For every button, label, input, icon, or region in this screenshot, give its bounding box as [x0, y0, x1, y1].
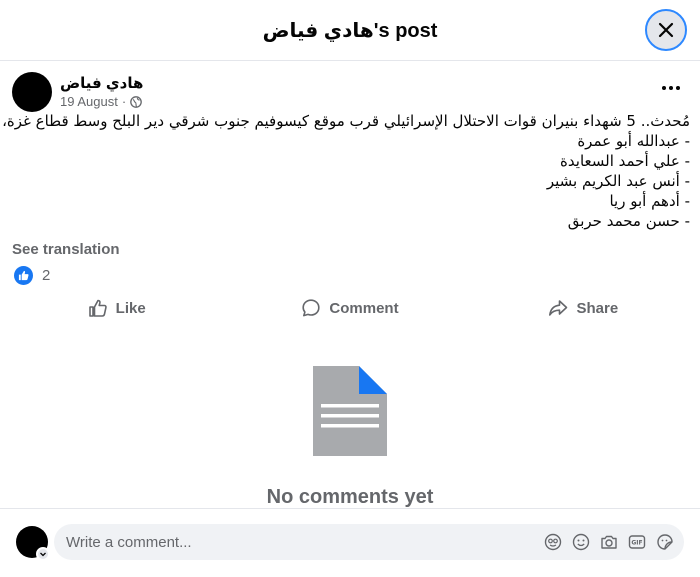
post-line: - علي أحمد السعايدة — [560, 152, 690, 170]
reaction-count: 2 — [42, 267, 51, 284]
comment-input[interactable] — [54, 533, 544, 551]
no-comments-state: No comments yet — [0, 366, 700, 509]
post-meta: 19 August · — [60, 94, 143, 110]
chevron-down-icon[interactable] — [36, 547, 50, 561]
avatar-sticker-icon[interactable] — [544, 533, 562, 551]
post-header: هادي فياض 19 August · — [12, 72, 143, 112]
post-line: - عبدالله أبو عمرة — [577, 132, 690, 150]
share-label: Share — [576, 299, 619, 317]
like-reaction-icon — [14, 266, 33, 285]
post-date[interactable]: 19 August — [60, 94, 118, 110]
no-comments-text: No comments yet — [266, 486, 434, 508]
comment-button[interactable]: Comment — [233, 290, 466, 326]
post-line: - أنس عبد الكريم بشير — [546, 172, 690, 190]
dialog-title: هادي فياض's post — [262, 19, 438, 42]
gif-icon[interactable]: GIF — [628, 533, 646, 551]
globe-icon — [130, 96, 143, 108]
close-button[interactable] — [645, 9, 687, 51]
dialog-header: هادي فياض's post — [0, 0, 700, 61]
like-label: Like — [115, 299, 146, 317]
author-avatar[interactable] — [12, 72, 52, 112]
post-actions: Like Comment Share — [0, 290, 700, 326]
post-text: مُحدث.. 5 شهداء بنيران قوات الاحتلال الإ… — [0, 111, 690, 231]
camera-icon[interactable] — [600, 533, 618, 551]
more-dot — [676, 86, 680, 90]
emoji-icon[interactable] — [572, 533, 590, 551]
like-icon — [88, 299, 107, 317]
comment-icon — [302, 299, 321, 317]
sticker-icon[interactable] — [656, 533, 674, 551]
more-dot — [662, 86, 666, 90]
like-button[interactable]: Like — [0, 290, 233, 326]
see-translation-link[interactable]: See translation — [12, 241, 120, 258]
more-dot — [669, 86, 673, 90]
composer-icons: GIF — [544, 533, 684, 551]
meta-separator: · — [121, 94, 127, 109]
author-name[interactable]: هادي فياض — [60, 74, 143, 94]
post-line: - أدهم أبو ريا — [609, 192, 690, 210]
post-line: - حسن محمد حربق — [567, 212, 690, 230]
comment-input-wrapper: GIF — [54, 524, 684, 560]
comment-composer: GIF — [0, 508, 700, 577]
reaction-summary[interactable]: 2 — [14, 266, 50, 285]
document-icon — [313, 366, 387, 456]
share-icon — [549, 300, 568, 316]
post-line: مُحدث.. 5 شهداء بنيران قوات الاحتلال الإ… — [0, 112, 690, 130]
comment-label: Comment — [329, 299, 399, 317]
more-options-button[interactable] — [660, 80, 682, 96]
close-icon — [658, 22, 674, 38]
share-button[interactable]: Share — [467, 290, 700, 326]
svg-text:GIF: GIF — [631, 540, 642, 547]
